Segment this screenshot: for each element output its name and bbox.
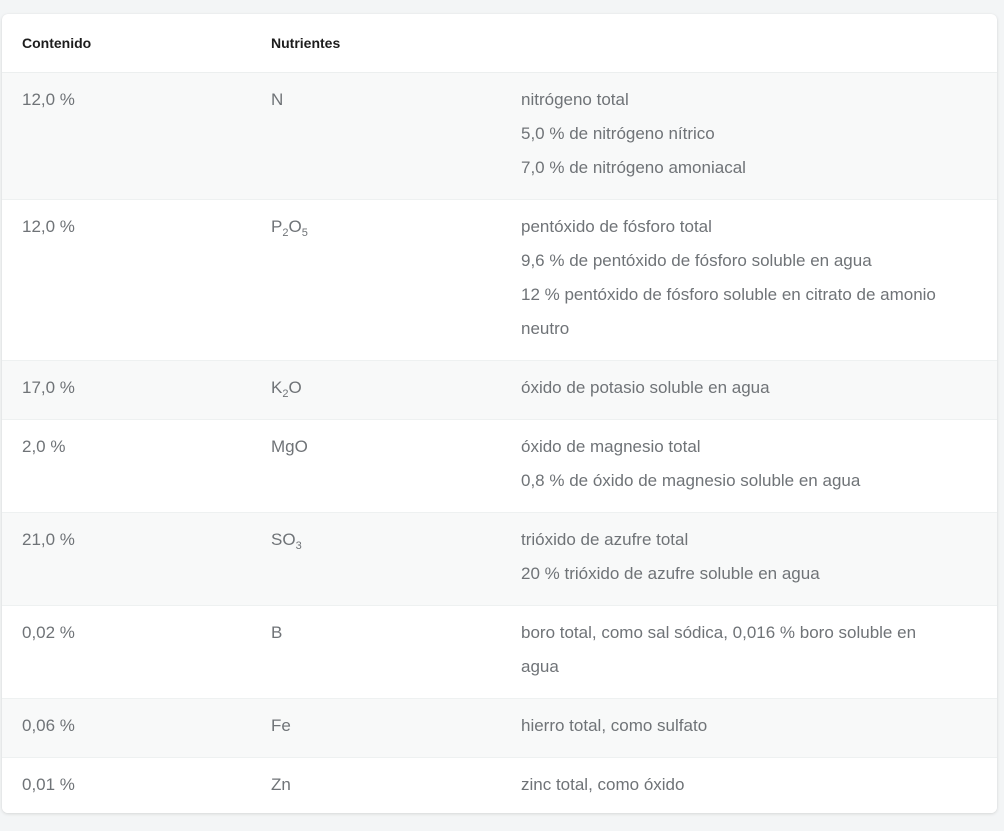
description-cell: óxido de potasio soluble en agua: [499, 360, 997, 420]
column-header-content: Contenido: [2, 14, 250, 73]
description-cell: hierro total, como sulfato: [499, 698, 997, 758]
nutrient-symbol: N: [271, 90, 284, 109]
description-line: zinc total, como óxido: [521, 775, 685, 794]
nutrient-symbol: O: [288, 217, 302, 236]
content-cell: 2,0 %: [2, 419, 250, 513]
nutrient-symbol: P: [271, 217, 283, 236]
description-cell: boro total, como sal sódica, 0,016 % bor…: [499, 605, 997, 699]
table-row: 21,0 % SO3 trióxido de azufre total 20 % tr…: [2, 512, 997, 606]
description-line: boro total, como sal sódica, 0,016 % bor…: [521, 623, 917, 642]
content-cell: 21,0 %: [2, 512, 250, 606]
description-line: agua: [521, 657, 559, 676]
description-line: 9,6 % de pentóxido de fósforo soluble en…: [521, 251, 872, 270]
description-line: hierro total, como sulfato: [521, 716, 708, 735]
description-line: 20 % trióxido de azufre soluble en agua: [521, 564, 820, 583]
content-cell: 0,01 %: [2, 757, 250, 813]
nutrient-symbol: Zn: [271, 775, 291, 794]
column-header-description: [499, 14, 997, 73]
nutrient-cell: B: [250, 605, 499, 699]
description-line: pentóxido de fósforo total: [521, 217, 712, 236]
nutrient-subscript: 3: [295, 540, 302, 552]
nutrient-symbol: K: [271, 378, 283, 397]
table-row: 12,0 % Nnitrógeno total 5,0 % de nitrógeno…: [2, 72, 997, 200]
content-cell: 17,0 %: [2, 360, 250, 420]
description-line: nitrógeno total: [521, 90, 629, 109]
table-row: 12,0 % P2O5 pentóxido de fósforo total 9,6 …: [2, 199, 997, 361]
nutrient-cell: N: [250, 72, 499, 200]
description-line: trióxido de azufre total: [521, 530, 689, 549]
description-line: 0,8 % de óxido de magnesio soluble en ag…: [521, 471, 861, 490]
nutrient-symbol: O: [288, 378, 302, 397]
content-cell: 0,02 %: [2, 605, 250, 699]
content-cell: 12,0 %: [2, 72, 250, 200]
nutrient-cell: K2O: [250, 360, 499, 420]
nutrient-symbol: Fe: [271, 716, 291, 735]
table-row: 0,02 % Bboro total, como sal sódica, 0,01…: [2, 605, 997, 699]
nutrient-cell: MgO: [250, 419, 499, 513]
description-cell: óxido de magnesio total 0,8 % de óxido de…: [499, 419, 997, 513]
description-line: óxido de magnesio total: [521, 437, 701, 456]
nutrient-cell: SO3: [250, 512, 499, 606]
description-line: 7,0 % de nitrógeno amoniacal: [521, 158, 746, 177]
description-cell: nitrógeno total 5,0 % de nitrógeno nítric…: [499, 72, 997, 200]
description-line: neutro: [521, 319, 570, 338]
table-header-row: Contenido Nutrientes: [2, 14, 997, 73]
nutrient-cell: P2O5: [250, 199, 499, 361]
description-line: 5,0 % de nitrógeno nítrico: [521, 124, 715, 143]
nutrient-symbol: MgO: [271, 437, 308, 456]
content-cell: 12,0 %: [2, 199, 250, 361]
nutrient-subscript: 5: [301, 227, 308, 239]
description-cell: trióxido de azufre total 20 % trióxido de…: [499, 512, 997, 606]
nutrient-symbol: B: [271, 623, 283, 642]
nutrient-cell: Fe: [250, 698, 499, 758]
table-row: 0,06 % Fe hierro total, como sulfato: [2, 698, 997, 758]
description-line: 12 % pentóxido de fósforo soluble en cit…: [521, 285, 936, 304]
column-header-nutrients: Nutrientes: [250, 14, 499, 73]
description-line: óxido de potasio soluble en agua: [521, 378, 770, 397]
description-cell: zinc total, como óxido: [499, 757, 997, 813]
content-cell: 0,06 %: [2, 698, 250, 758]
description-cell: pentóxido de fósforo total 9,6 % de pentó…: [499, 199, 997, 361]
nutrient-table: Contenido Nutrientes 12,0 % Nnitrógeno to…: [2, 14, 997, 813]
nutrient-symbol: SO: [271, 530, 296, 549]
table-row: 17,0 % K2O óxido de potasio soluble en agu…: [2, 360, 997, 420]
nutrient-table-card: Contenido Nutrientes 12,0 % Nnitrógeno to…: [2, 14, 997, 813]
nutrient-cell: Zn: [250, 757, 499, 813]
table-row: 0,01 % Zn zinc total, como óxido: [2, 757, 997, 813]
table-row: 2,0 % MgO óxido de magnesio total 0,8 % de …: [2, 419, 997, 513]
